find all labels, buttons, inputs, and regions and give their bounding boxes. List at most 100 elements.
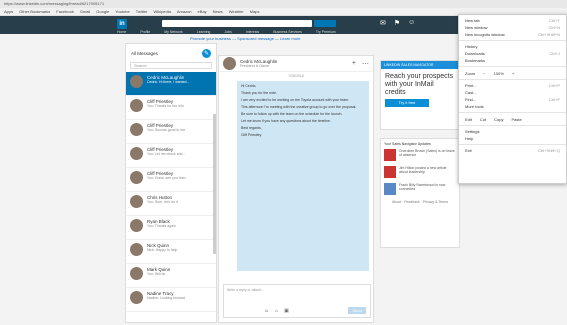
thread-preview: You: Great, see you then xyxy=(147,176,186,180)
nav-jobs[interactable]: Jobs xyxy=(224,30,231,34)
footer-links[interactable]: About · Feedback · Privacy & Terms xyxy=(384,200,456,204)
thread-preview: You: Will do xyxy=(147,272,166,276)
thread-preview: You: Thanks for the info xyxy=(147,104,184,108)
nav-profile[interactable]: Profile xyxy=(140,30,150,34)
nav-business[interactable]: Business Services xyxy=(273,30,302,34)
conversation-header: Cedric McLaughlin President & Owner + ⋯ xyxy=(219,56,373,72)
bookmark[interactable]: Apps xyxy=(4,9,13,14)
menu-item[interactable]: Cast... xyxy=(459,89,566,96)
thread-item[interactable]: Cliff Priestley You: Thanks for the info xyxy=(126,96,216,120)
message-line: Let me know if you have any questions ab… xyxy=(241,119,331,123)
menu-item[interactable]: New incognito window Ctrl+Shift+N xyxy=(459,31,566,38)
nav-home[interactable]: Home xyxy=(117,30,126,34)
ad-button[interactable]: Try it free xyxy=(385,99,429,107)
bookmark[interactable]: Google xyxy=(96,9,109,14)
zoom-value: 100% xyxy=(493,70,504,76)
send-button[interactable]: Send xyxy=(348,307,366,314)
thread-preview: Nick: Happy to help xyxy=(147,248,178,252)
menu-item[interactable]: Settings xyxy=(459,128,566,135)
thread-item[interactable]: Cliff Priestley You: Sounds good to me xyxy=(126,120,216,144)
menu-item[interactable]: Print... Ctrl+P xyxy=(459,82,566,89)
thread-preview: You: Sure, let's do it xyxy=(147,200,178,204)
bookmark[interactable]: Maps xyxy=(250,9,260,14)
ad-headline: Reach your prospects with your InMail cr… xyxy=(385,73,454,96)
divider xyxy=(459,40,566,41)
compose-icon[interactable]: ✎ xyxy=(202,48,211,58)
copy-button[interactable]: Copy xyxy=(494,117,503,122)
paste-button[interactable]: Paste xyxy=(511,117,521,122)
address-bar[interactable]: https://www.linkedin.com/messaging/threa… xyxy=(4,1,104,6)
edit-label: Edit xyxy=(465,116,472,122)
thread-item[interactable]: Nadine Tracy Nadine: Looking forward xyxy=(126,288,216,312)
bookmark[interactable]: Facebook xyxy=(56,9,74,14)
promo-link[interactable]: Promote your business — Sponsored messag… xyxy=(190,36,301,41)
more-icon[interactable]: ⋯ xyxy=(362,60,369,68)
bookmark[interactable]: Gmail xyxy=(80,9,90,14)
menu-item[interactable]: New tab Ctrl+T xyxy=(459,17,566,24)
messages-icon[interactable]: ✉ xyxy=(380,19,386,27)
menu-item[interactable]: Help xyxy=(459,135,566,142)
attach-icon[interactable]: ⌂ xyxy=(275,308,278,314)
bookmark[interactable]: eBay xyxy=(198,9,207,14)
main-nav: Home Profile My Network Learning Jobs In… xyxy=(117,30,336,34)
image-icon[interactable]: ▣ xyxy=(284,308,289,314)
list-item[interactable]: Frank Billy Sweetwood is now connected xyxy=(384,183,456,195)
scrollbar[interactable] xyxy=(213,114,216,254)
nav-interests[interactable]: Interests xyxy=(246,30,259,34)
item-text: Frank Billy Sweetwood is now connected xyxy=(399,183,446,191)
messages-header: All Messages ✎ xyxy=(126,44,216,62)
search-button[interactable] xyxy=(314,20,336,27)
menu-item[interactable]: Find... Ctrl+F xyxy=(459,96,566,103)
linkedin-logo[interactable]: in xyxy=(117,19,127,29)
bookmark[interactable]: Amazon xyxy=(177,9,192,14)
notifications-icon[interactable]: ⚑ xyxy=(394,19,400,27)
thread-item[interactable]: Cliff Priestley You: Let me check and... xyxy=(126,144,216,168)
thread-item[interactable]: Cliff Priestley You: Great, see you then xyxy=(126,168,216,192)
zoom-in-button[interactable]: + xyxy=(512,71,514,76)
thread-item[interactable]: Mark Quinn You: Will do xyxy=(126,264,216,288)
add-icon[interactable]: + xyxy=(352,60,356,68)
menu-item[interactable]: History xyxy=(459,43,566,50)
nav-learning[interactable]: Learning xyxy=(197,30,211,34)
message-line: Hi Cedric, xyxy=(241,84,257,88)
thread-item[interactable]: Nick Quinn Nick: Happy to help xyxy=(126,240,216,264)
bookmark[interactable]: Youtube xyxy=(115,9,130,14)
thread-item[interactable]: Chris Hutton You: Sure, let's do it xyxy=(126,192,216,216)
thread-item[interactable]: Cedric McLaughlin Cedric: Hi there, I wan… xyxy=(126,72,216,96)
updates-card: Your Sales Navigator Updates Cherokee Br… xyxy=(380,138,460,248)
reply-box[interactable]: Write a reply or attach... ☺ ⌂ ▣ Send xyxy=(223,284,371,318)
menu-item[interactable]: More tools xyxy=(459,103,566,110)
search-input[interactable] xyxy=(162,20,312,27)
avatar xyxy=(130,243,143,256)
bookmark[interactable]: News xyxy=(213,9,223,14)
bookmark[interactable]: Twitter xyxy=(136,9,148,14)
profile-icon[interactable]: ☺ xyxy=(408,19,415,27)
menu-item[interactable]: Downloads Ctrl+J xyxy=(459,50,566,57)
thread-item[interactable]: Ryan Black You: Thanks again xyxy=(126,216,216,240)
menu-item[interactable]: Bookmarks xyxy=(459,57,566,64)
item-text: Jim Hilton posted a new article about le… xyxy=(399,166,447,174)
messages-search-input[interactable]: Search xyxy=(130,62,212,69)
zoom-label: Zoom xyxy=(465,70,476,76)
zoom-out-button[interactable]: − xyxy=(483,71,485,76)
bookmark[interactable]: Other Bookmarks xyxy=(19,9,50,14)
menu-item[interactable]: New window Ctrl+N xyxy=(459,24,566,31)
avatar xyxy=(130,291,143,304)
reply-input[interactable]: Write a reply or attach... xyxy=(224,285,370,295)
message-line: This afternoon I'm meeting with the crea… xyxy=(241,105,357,109)
bookmark[interactable]: Wikipedia xyxy=(154,9,171,14)
emoji-icon[interactable]: ☺ xyxy=(264,308,269,314)
messages-title[interactable]: All Messages xyxy=(131,51,158,56)
conversation-panel: Cedric McLaughlin President & Owner + ⋯ … xyxy=(218,55,374,323)
cut-button[interactable]: Cut xyxy=(480,117,486,122)
nav-network[interactable]: My Network xyxy=(164,30,182,34)
list-item[interactable]: Jim Hilton posted a new article about le… xyxy=(384,166,456,178)
nav-premium[interactable]: Try Premium xyxy=(316,30,336,34)
avatar xyxy=(130,171,143,184)
bookmark[interactable]: Weather xyxy=(229,9,244,14)
avatar xyxy=(130,147,143,160)
avatar xyxy=(130,219,143,232)
menu-item[interactable]: Exit Ctrl+Shift+Q xyxy=(459,147,566,154)
list-item[interactable]: Cherokee Brown (Sales) is on leave of ab… xyxy=(384,149,456,161)
ad-label: LINKEDIN SALES NAVIGATOR xyxy=(381,61,459,69)
